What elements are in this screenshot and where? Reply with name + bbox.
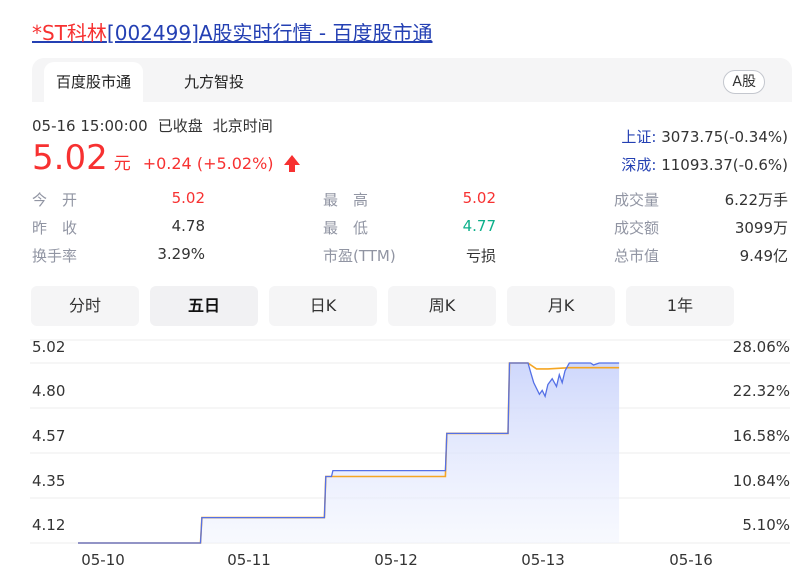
- y-tick-label: 4.35: [32, 472, 66, 490]
- x-tick-label: 05-13: [521, 551, 565, 569]
- x-tick-label: 05-10: [81, 551, 125, 569]
- y-right-tick-label: 28.06%: [732, 338, 790, 356]
- x-tick-label: 05-12: [374, 551, 418, 569]
- y-tick-label: 5.02: [32, 338, 66, 356]
- x-tick-label: 05-11: [227, 551, 271, 569]
- y-right-tick-label: 22.32%: [732, 382, 790, 400]
- y-right-tick-label: 5.10%: [742, 516, 790, 534]
- x-tick-label: 05-16: [669, 551, 713, 569]
- five-day-chart[interactable]: [0, 0, 810, 578]
- y-right-tick-label: 10.84%: [732, 472, 790, 490]
- y-tick-label: 4.80: [32, 382, 66, 400]
- y-tick-label: 4.57: [32, 427, 66, 445]
- y-right-tick-label: 16.58%: [732, 427, 790, 445]
- y-tick-label: 4.12: [32, 516, 66, 534]
